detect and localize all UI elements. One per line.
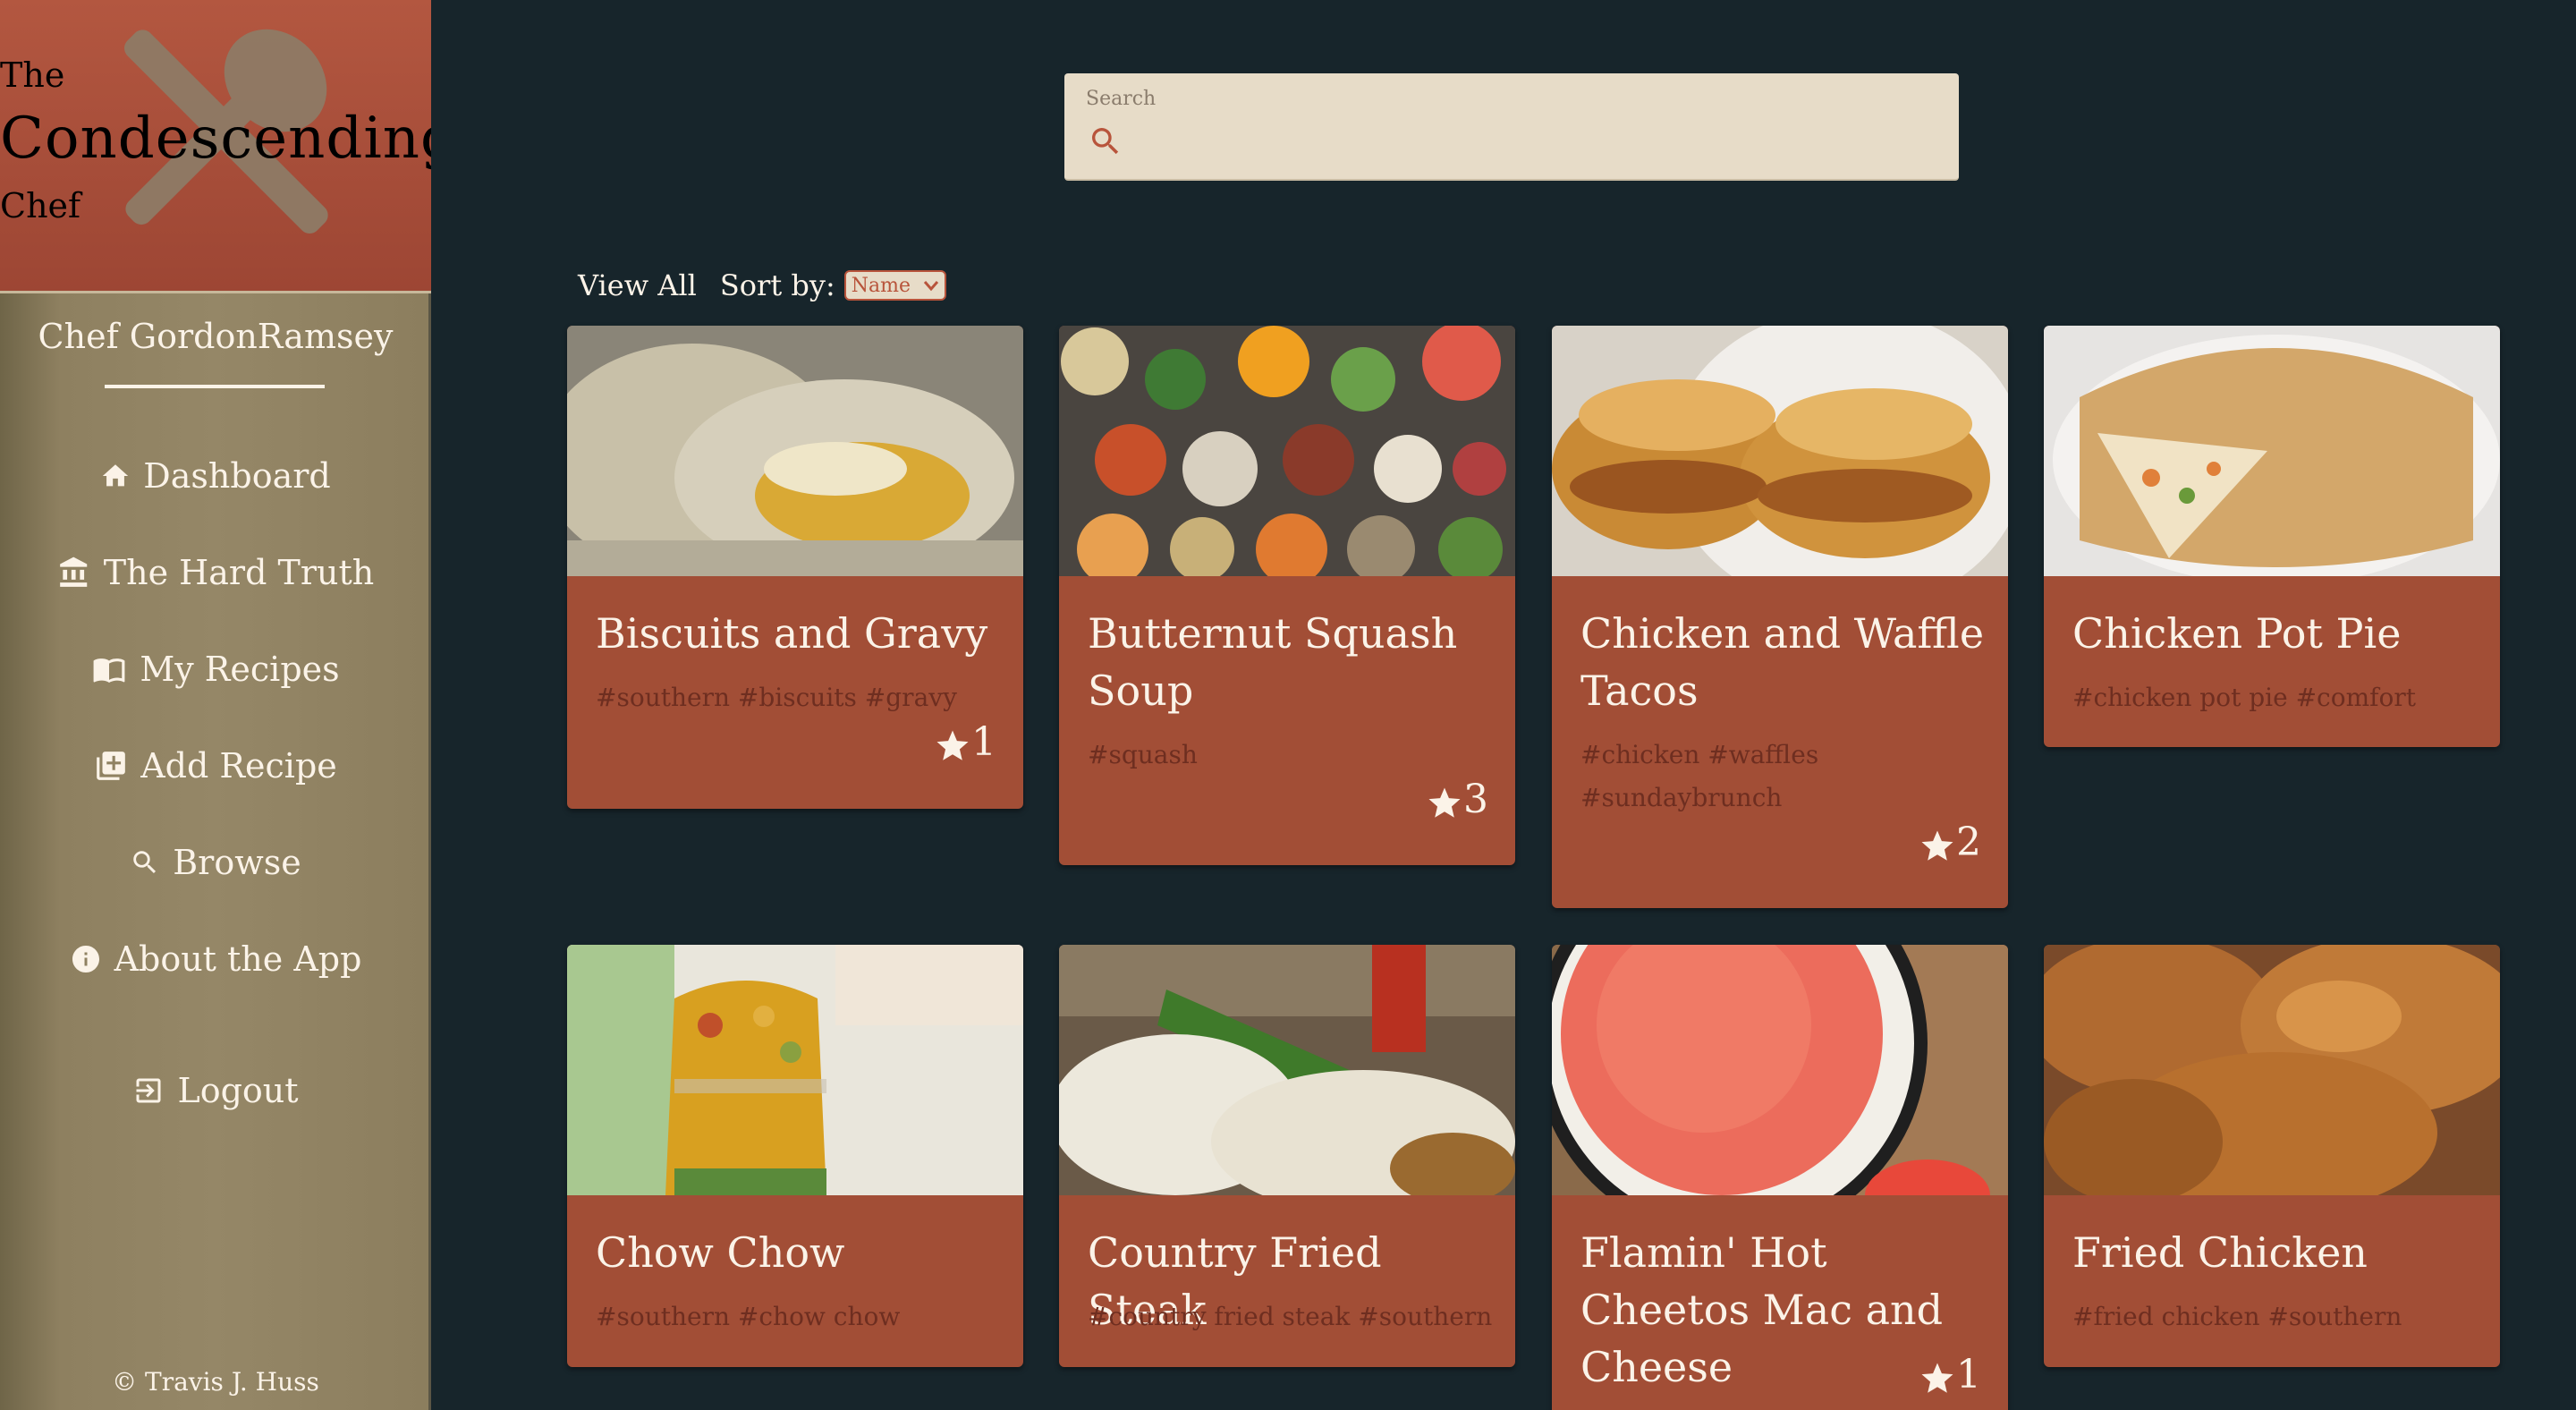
nav-my-recipes[interactable]: My Recipes [0,638,431,701]
recipe-tags: #country fried steak #southern [1088,1302,1493,1331]
star-icon [1921,830,1953,861]
rating-count: 1 [1956,1352,1981,1397]
recipe-tags: #squash [1088,740,1198,769]
recipe-image [1059,326,1515,576]
recipe-card[interactable]: Flamin' Hot Cheetos Mac and Cheese 1 [1552,945,2008,1410]
recipe-image [2044,326,2500,576]
bank-icon [59,556,87,587]
recipe-card[interactable]: Chicken Pot Pie #chicken pot pie #comfor… [2044,326,2500,747]
logout-icon [136,1078,161,1103]
recipe-image [2044,945,2500,1195]
recipe-title: Chicken Pot Pie [2072,609,2402,658]
search-input[interactable] [1136,122,1932,161]
recipe-card[interactable]: Biscuits and Gravy #southern #biscuits #… [567,326,1023,809]
recipe-title: Fried Chicken [2072,1228,2368,1277]
rating-count: 2 [1956,820,1981,865]
recipe-tags: #southern #biscuits #gravy [596,683,957,712]
recipe-card[interactable]: Chicken and Waffle Tacos #chicken #waffl… [1552,326,2008,908]
nav-label: Add Recipe [140,746,337,786]
chevron-down-icon [923,281,938,292]
nav-label: Dashboard [143,456,331,496]
recipe-rating: 1 [934,719,996,765]
search-bar[interactable]: Search [1064,73,1959,181]
recipe-image [567,945,1023,1195]
rating-count: 3 [1463,777,1488,822]
recipe-image [1552,326,2008,576]
rating-count: 1 [971,719,996,765]
recipe-card[interactable]: Chow Chow #southern #chow chow [567,945,1023,1367]
nav-label: The Hard Truth [103,553,375,592]
nav-logout[interactable]: Logout [0,1059,431,1122]
recipe-tags: #southern #chow chow [596,1302,901,1331]
brand-logo[interactable]: The Condescending Chef [0,0,431,293]
sidebar: The Condescending Chef Chef GordonRamsey… [0,0,431,1410]
star-icon [936,730,969,760]
copyright: © Travis J. Huss [112,1367,319,1397]
search-label: Search [1086,88,1157,110]
recipe-title: Chicken and Waffle Tacos [1580,609,1985,715]
home-icon [103,464,129,487]
sort-label: Sort by: [719,268,835,302]
recipe-card[interactable]: Butternut Squash Soup #squash 3 [1059,326,1515,865]
recipe-tags: #chicken #waffles #sundaybrunch [1580,740,1819,812]
list-controls: View All Sort by: Name [578,268,946,302]
recipe-title: Butternut Squash Soup [1088,609,1458,715]
recipe-image [567,326,1023,576]
recipe-image [1552,945,2008,1195]
recipe-card[interactable]: Fried Chicken #fried chicken #southern [2044,945,2500,1367]
add-box-icon [97,752,126,780]
star-icon [1428,787,1461,818]
search-icon [1092,128,1119,155]
book-icon [93,658,125,684]
recipe-card[interactable]: Country Fried Steak #country fried steak… [1059,945,1515,1367]
user-name: Chef GordonRamsey [38,317,394,356]
sort-value: Name [851,274,911,297]
nav-dashboard[interactable]: Dashboard [0,445,431,507]
brand-line-chef: Chef [0,186,81,225]
nav-hard-truth[interactable]: The Hard Truth [0,541,431,604]
nav-label: Browse [173,843,301,882]
recipe-tags: #fried chicken #southern [2072,1302,2402,1331]
recipe-rating: 2 [1919,820,1981,865]
recipe-title: Chow Chow [596,1228,845,1277]
recipe-rating: 1 [1919,1352,1981,1397]
recipe-tags: #chicken pot pie #comfort [2072,683,2416,712]
recipe-image [1059,945,1515,1195]
recipe-title: Biscuits and Gravy [596,609,988,658]
view-all-link[interactable]: View All [578,268,697,302]
user-divider [105,385,325,388]
nav-browse[interactable]: Browse [0,831,431,894]
brand-line-the: The [0,55,65,95]
nav-label: About the App [114,939,362,979]
brand-line-main: Condescending [0,106,431,172]
nav-label: Logout [177,1071,299,1110]
nav-label: My Recipes [140,650,340,689]
nav-add-recipe[interactable]: Add Recipe [0,735,431,797]
search-icon [133,851,157,874]
sort-select[interactable]: Name [843,270,946,301]
star-icon [1921,1363,1953,1393]
recipe-rating: 3 [1426,777,1488,822]
info-icon [72,946,99,973]
nav-about[interactable]: About the App [0,928,431,990]
